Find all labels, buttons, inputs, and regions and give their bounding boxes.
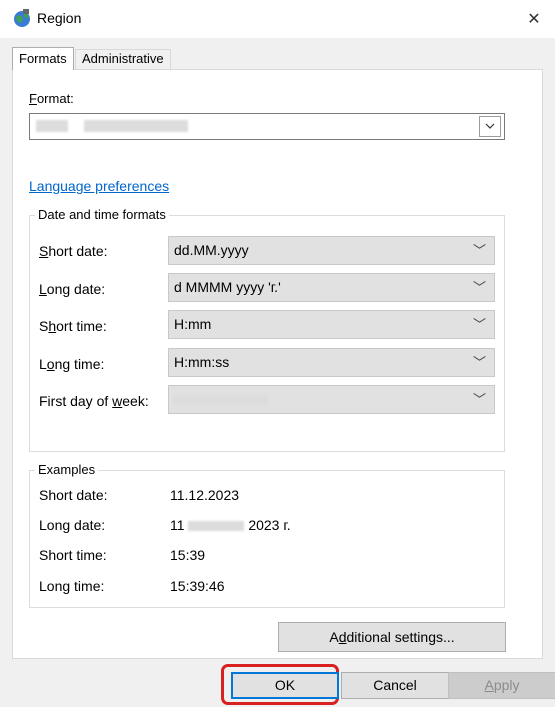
format-label-text: ormat: [36, 91, 74, 106]
cancel-button[interactable]: Cancel [341, 672, 449, 699]
close-icon[interactable]: ✕ [513, 0, 555, 38]
language-preferences-link[interactable]: Language preferences [29, 178, 169, 194]
short-date-combo[interactable]: dd.MM.yyyy ﹀ [168, 236, 495, 265]
example-long-date-value: 11 2023 г. [170, 517, 291, 533]
additional-settings-button[interactable]: Additional settings... [278, 622, 506, 652]
chevron-down-icon[interactable] [479, 116, 501, 137]
short-date-value: dd.MM.yyyy [174, 242, 249, 258]
redacted-text [173, 395, 268, 405]
tab-formats[interactable]: Formats [12, 47, 74, 70]
example-long-time-label: Long time: [39, 578, 105, 594]
long-time-label: Long time: [39, 356, 105, 372]
long-date-combo[interactable]: d MMMM yyyy 'г.' ﹀ [168, 273, 495, 302]
short-date-label: Short date: [39, 243, 108, 259]
ok-button[interactable]: OK [231, 672, 339, 699]
format-label: Format: [29, 91, 74, 106]
redacted-text [188, 521, 245, 532]
apply-button[interactable]: Apply [448, 672, 555, 699]
region-globe-icon [12, 8, 32, 28]
first-day-of-week-combo[interactable]: ﹀ [168, 385, 495, 414]
examples-legend: Examples [35, 462, 99, 477]
format-dropdown[interactable] [29, 113, 505, 140]
first-day-of-week-label: First day of week: [39, 393, 149, 409]
chevron-down-icon[interactable]: ﹀ [473, 386, 486, 413]
long-time-combo[interactable]: H:mm:ss ﹀ [168, 348, 495, 377]
redacted-text [36, 120, 68, 132]
example-short-date-value: 11.12.2023 [170, 487, 240, 503]
example-short-time-label: Short time: [39, 547, 107, 563]
long-date-value: d MMMM yyyy 'г.' [174, 279, 281, 295]
example-short-date-label: Short date: [39, 487, 108, 503]
chevron-down-icon[interactable]: ﹀ [473, 237, 486, 264]
short-time-label: Short time: [39, 318, 107, 334]
window-title: Region [37, 10, 82, 26]
example-long-date-label: Long date: [39, 517, 106, 533]
tab-administrative[interactable]: Administrative [75, 49, 171, 69]
chevron-down-icon[interactable]: ﹀ [473, 311, 486, 338]
date-time-formats-legend: Date and time formats [35, 207, 169, 222]
chevron-down-icon[interactable]: ﹀ [473, 274, 486, 301]
example-short-time-value: 15:39 [170, 547, 206, 563]
redacted-text [84, 120, 188, 132]
example-long-date-day: 11 [170, 517, 185, 533]
chevron-down-icon[interactable]: ﹀ [473, 349, 486, 376]
long-time-value: H:mm:ss [174, 354, 230, 370]
example-long-time-value: 15:39:46 [170, 578, 225, 594]
short-time-value: H:mm [174, 316, 212, 332]
short-time-combo[interactable]: H:mm ﹀ [168, 310, 495, 339]
example-long-date-year: 2023 г. [248, 517, 291, 533]
long-date-label: Long date: [39, 281, 106, 297]
title-bar [0, 0, 555, 38]
